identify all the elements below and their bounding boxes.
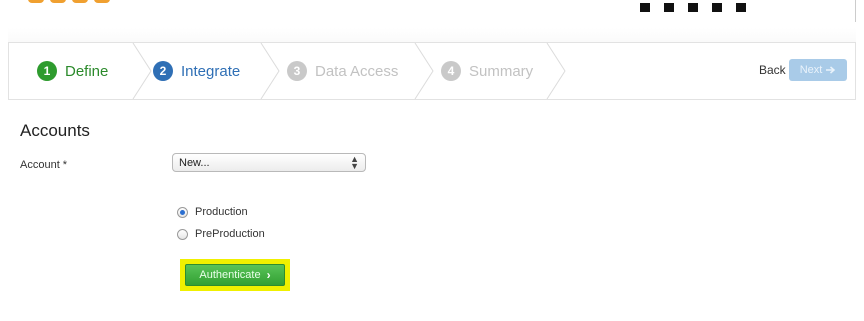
page-heading-cropped — [640, 0, 760, 17]
step-number-icon: 4 — [441, 61, 461, 81]
step-separator — [260, 43, 280, 99]
radio-preproduction[interactable]: PreProduction — [177, 228, 265, 240]
radio-checked-icon[interactable] — [177, 206, 188, 218]
arrow-right-icon — [826, 66, 836, 74]
brand-logo — [28, 0, 148, 10]
step-number-icon: 2 — [153, 61, 173, 81]
step-separator — [546, 43, 566, 99]
radio-production[interactable]: Production — [177, 206, 248, 218]
step-label: Integrate — [181, 62, 241, 80]
step-label: Define — [65, 62, 109, 80]
authenticate-highlight: Authenticate › — [180, 259, 290, 291]
section-title-accounts: Accounts — [20, 121, 90, 140]
wizard-shadow — [8, 28, 856, 42]
step-define[interactable]: 1 Define — [37, 43, 108, 99]
step-label: Summary — [469, 62, 534, 80]
app-header-cropped — [0, 0, 864, 28]
authenticate-label: Authenticate — [199, 269, 261, 281]
step-label: Data Access — [315, 62, 399, 80]
step-data-access: 3 Data Access — [287, 43, 398, 99]
radio-unchecked-icon[interactable] — [177, 228, 188, 240]
back-button[interactable]: Back — [759, 63, 786, 77]
step-summary: 4 Summary — [441, 43, 533, 99]
wizard-bar: 1 Define 2 Integrate 3 Data Access 4 Sum… — [8, 42, 856, 100]
authenticate-button[interactable]: Authenticate › — [185, 264, 285, 286]
step-integrate[interactable]: 2 Integrate — [153, 43, 240, 99]
account-field-label: Account * — [20, 159, 68, 171]
step-number-icon: 3 — [287, 61, 307, 81]
step-number-icon: 1 — [37, 61, 57, 81]
select-updown-icon: ▲ ▼ — [350, 153, 359, 171]
account-select-value: New... — [179, 156, 210, 169]
account-select[interactable]: New... ▲ ▼ — [172, 153, 366, 172]
next-button-label: Next — [799, 64, 823, 76]
step-separator — [414, 43, 434, 99]
chevron-right-icon: › — [266, 268, 271, 282]
header-divider — [855, 0, 856, 22]
radio-label: PreProduction — [195, 228, 265, 240]
next-button[interactable]: Next — [789, 59, 847, 81]
step-separator — [132, 43, 152, 99]
radio-label: Production — [195, 206, 248, 218]
